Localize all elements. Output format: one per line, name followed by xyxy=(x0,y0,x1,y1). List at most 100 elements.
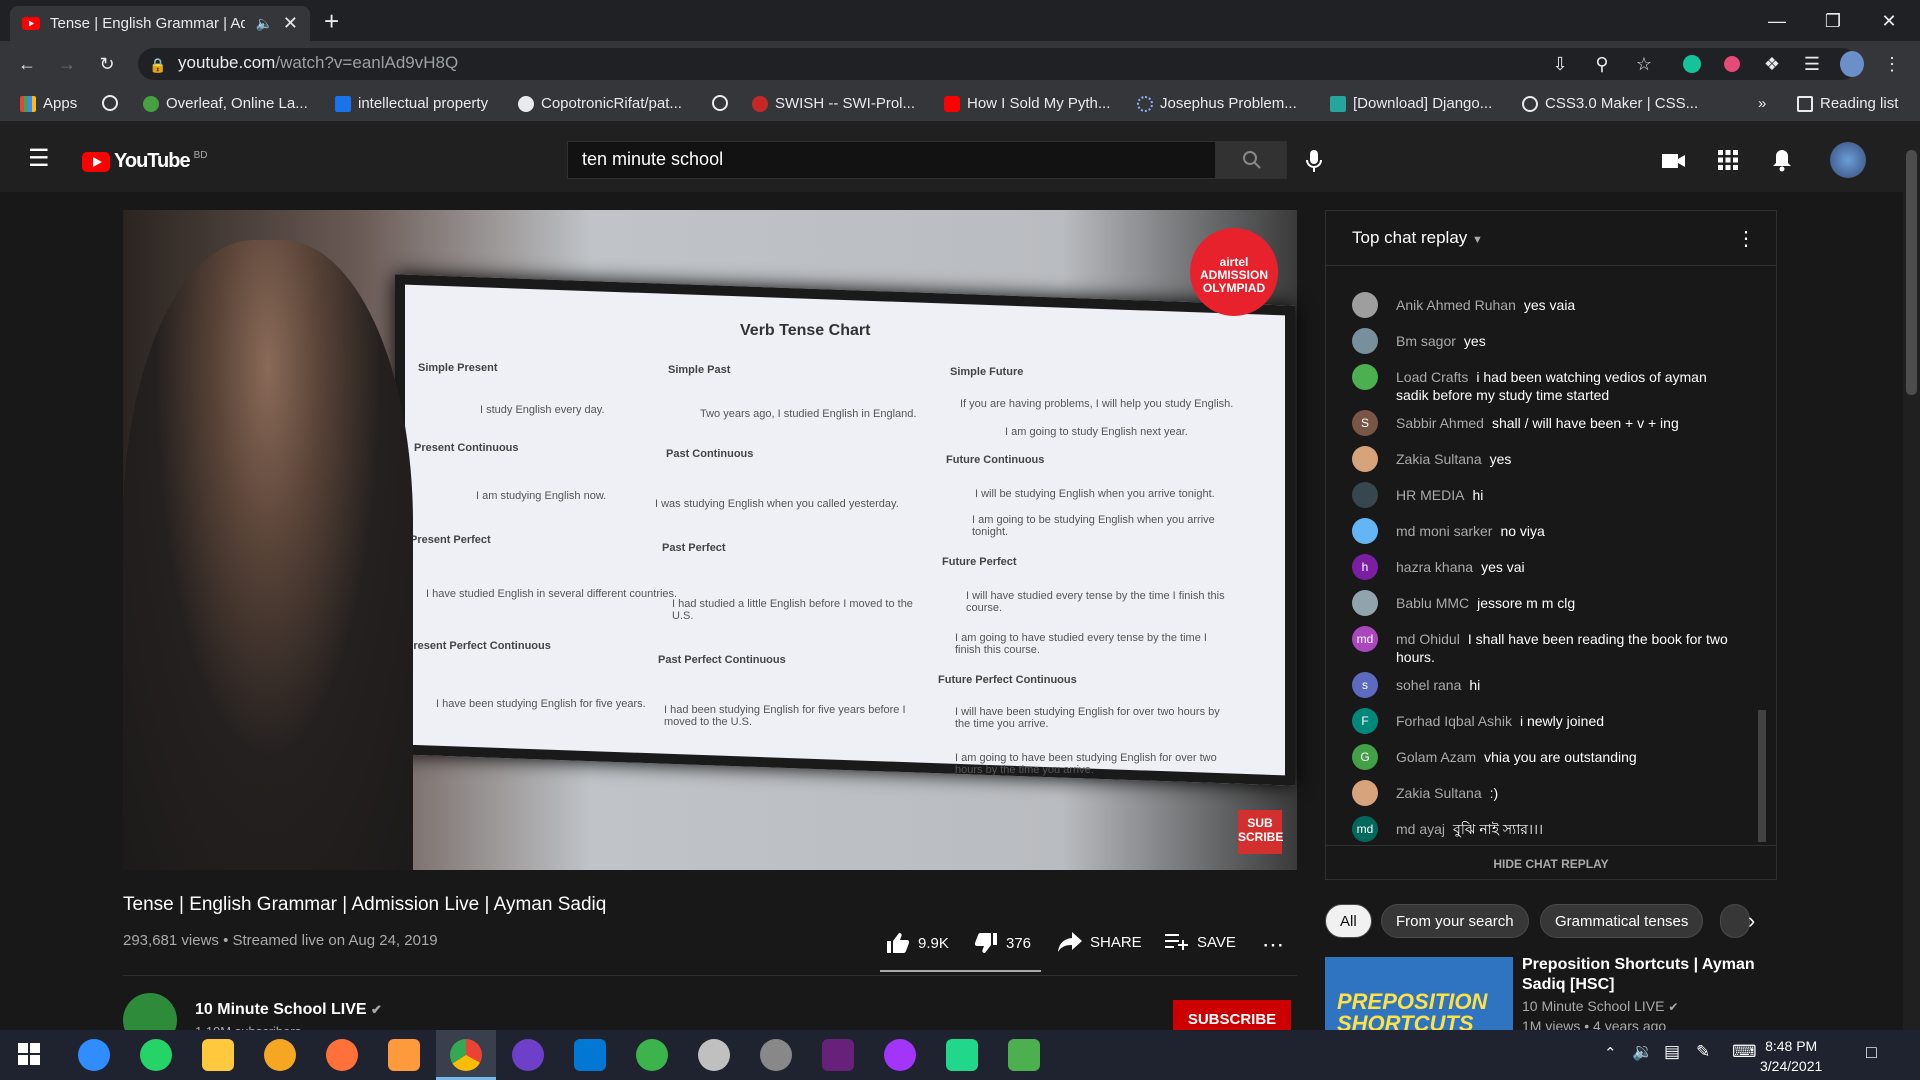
search-query[interactable]: ten minute school xyxy=(582,149,723,170)
chat-author[interactable]: Forhad Iqbal Ashik xyxy=(1396,713,1512,729)
chip-from-your-search[interactable]: From your search xyxy=(1381,904,1529,938)
chat-avatar[interactable] xyxy=(1352,518,1378,544)
chat-author[interactable]: Zakia Sultana xyxy=(1396,451,1482,467)
firefox-icon[interactable] xyxy=(326,1039,358,1071)
chip-partial[interactable] xyxy=(1720,904,1750,938)
chat-avatar[interactable] xyxy=(1352,328,1378,354)
browser-tab[interactable]: Tense | English Grammar | Ad 🔈 ✕ xyxy=(10,6,310,41)
youtube-logo[interactable]: YouTube BD xyxy=(82,150,207,173)
like-button[interactable]: 9.9K xyxy=(886,932,949,954)
chat-avatar[interactable] xyxy=(1352,482,1378,508)
microphone-icon[interactable] xyxy=(1305,149,1323,173)
chat-author[interactable]: Sabbir Ahmed xyxy=(1396,415,1484,431)
chat-mode-dropdown[interactable]: Top chat replay ▼ xyxy=(1352,228,1483,248)
close-tab-icon[interactable]: ✕ xyxy=(283,13,298,34)
chat-author[interactable]: Anik Ahmed Ruhan xyxy=(1396,297,1516,313)
chat-author[interactable]: Load Crafts xyxy=(1396,369,1468,385)
bookmark-django[interactable]: [Download] Django... xyxy=(1330,95,1492,112)
hide-chat-replay-button[interactable]: HIDE CHAT REPLAY xyxy=(1325,845,1777,881)
bookmark-github[interactable]: CopotronicRifat/pat... xyxy=(518,95,682,112)
minimize-icon[interactable]: — xyxy=(1754,6,1800,36)
chat-avatar[interactable] xyxy=(1352,292,1378,318)
pen-icon[interactable]: ✎ xyxy=(1696,1042,1710,1062)
pycharm-icon[interactable] xyxy=(946,1039,978,1071)
profile-avatar[interactable] xyxy=(1840,51,1864,77)
menu-icon[interactable]: ⋮ xyxy=(1880,52,1904,76)
chat-avatar[interactable] xyxy=(1352,590,1378,616)
notification-center-icon[interactable]: □ xyxy=(1866,1042,1877,1063)
chat-author[interactable]: hazra khana xyxy=(1396,559,1473,575)
app-icon[interactable] xyxy=(698,1039,730,1071)
puzzle-icon[interactable]: ❖ xyxy=(1760,52,1784,76)
network-icon[interactable]: ▤ xyxy=(1664,1042,1680,1062)
bookmark-overleaf[interactable]: Overleaf, Online La... xyxy=(143,95,308,112)
chat-author[interactable]: Bablu MMC xyxy=(1396,595,1469,611)
volume-icon[interactable]: 🔉 xyxy=(1632,1042,1653,1062)
restore-icon[interactable]: ❐ xyxy=(1810,6,1856,36)
app-icon[interactable] xyxy=(78,1039,110,1071)
app-icon[interactable] xyxy=(264,1039,296,1071)
channel-name[interactable]: 10 Minute School LIVE ✔ xyxy=(195,1001,382,1019)
chat-avatar[interactable] xyxy=(1352,364,1378,390)
star-icon[interactable]: ☆ xyxy=(1632,52,1656,76)
zoom-icon[interactable]: ⚲ xyxy=(1590,52,1614,76)
page-scrollbar-thumb[interactable] xyxy=(1906,150,1917,395)
install-icon[interactable]: ⇩ xyxy=(1548,52,1572,76)
chat-avatar[interactable]: F xyxy=(1352,708,1378,734)
github-desktop-icon[interactable] xyxy=(512,1039,544,1071)
chat-avatar[interactable]: G xyxy=(1352,744,1378,770)
app-icon[interactable] xyxy=(760,1039,792,1071)
new-tab-icon[interactable]: + xyxy=(324,8,339,34)
visual-studio-icon[interactable] xyxy=(822,1039,854,1071)
more-bookmarks-icon[interactable]: » xyxy=(1758,95,1766,112)
url-text[interactable]: youtube.com/watch?v=eanlAd9vH8Q xyxy=(178,53,458,73)
chrome-icon[interactable] xyxy=(450,1039,482,1071)
bookmark-intellectual-property[interactable]: intellectual property xyxy=(335,95,488,112)
globe-icon[interactable] xyxy=(102,95,118,111)
vscode-icon[interactable] xyxy=(574,1039,606,1071)
app-icon[interactable] xyxy=(388,1039,420,1071)
bookmark-josephus[interactable]: Josephus Problem... xyxy=(1137,95,1297,112)
app-icon[interactable] xyxy=(1008,1039,1040,1071)
chat-more-icon[interactable]: ⋮ xyxy=(1736,226,1756,251)
file-explorer-icon[interactable] xyxy=(202,1039,234,1071)
chat-author[interactable]: Zakia Sultana xyxy=(1396,785,1482,801)
chat-scrollbar[interactable] xyxy=(1758,710,1766,842)
chat-author[interactable]: sohel rana xyxy=(1396,677,1461,693)
chat-avatar[interactable] xyxy=(1352,780,1378,806)
chat-avatar[interactable]: md xyxy=(1352,626,1378,652)
account-avatar[interactable] xyxy=(1830,142,1866,178)
bookmark-swish[interactable]: SWISH -- SWI-Prol... xyxy=(752,95,915,112)
chat-author[interactable]: Bm sagor xyxy=(1396,333,1456,349)
grammarly-extension-icon[interactable] xyxy=(1680,52,1704,76)
bookmark-youtube[interactable]: How I Sold My Pyth... xyxy=(944,95,1110,112)
tray-overflow-icon[interactable]: ⌃ xyxy=(1604,1044,1617,1062)
chat-author[interactable]: md ayaj xyxy=(1396,821,1445,837)
keyboard-icon[interactable]: ⌨ xyxy=(1732,1042,1757,1062)
speaker-icon[interactable]: 🔈 xyxy=(255,15,272,32)
subscribe-watermark[interactable]: SUB SCRIBE xyxy=(1238,810,1283,854)
chat-avatar[interactable]: S xyxy=(1352,410,1378,436)
lock-icon[interactable]: 🔒 xyxy=(146,53,170,77)
whatsapp-icon[interactable] xyxy=(140,1039,172,1071)
messenger-icon[interactable] xyxy=(884,1039,916,1071)
chat-author[interactable]: Golam Azam xyxy=(1396,749,1476,765)
back-icon[interactable]: ← xyxy=(15,52,39,76)
chip-grammatical-tenses[interactable]: Grammatical tenses xyxy=(1540,904,1704,938)
globe-icon[interactable] xyxy=(712,95,728,111)
chat-avatar[interactable]: md xyxy=(1352,816,1378,842)
chat-avatar[interactable]: s xyxy=(1352,672,1378,698)
dislike-button[interactable]: 376 xyxy=(974,932,1031,954)
chat-author[interactable]: HR MEDIA xyxy=(1396,487,1464,503)
chat-avatar[interactable] xyxy=(1352,446,1378,472)
chevron-right-icon[interactable]: › xyxy=(1748,908,1755,934)
create-video-icon[interactable] xyxy=(1662,152,1686,170)
chip-all[interactable]: All xyxy=(1325,904,1372,938)
app-icon[interactable] xyxy=(636,1039,668,1071)
notifications-bell-icon[interactable] xyxy=(1772,148,1792,172)
taskbar-clock[interactable]: 8:48 PM 3/24/2021 xyxy=(1760,1036,1822,1076)
reading-list[interactable]: Reading list xyxy=(1797,95,1898,112)
extension-icon[interactable] xyxy=(1720,52,1744,76)
chat-author[interactable]: md moni sarker xyxy=(1396,523,1492,539)
reload-icon[interactable]: ↻ xyxy=(95,52,119,76)
